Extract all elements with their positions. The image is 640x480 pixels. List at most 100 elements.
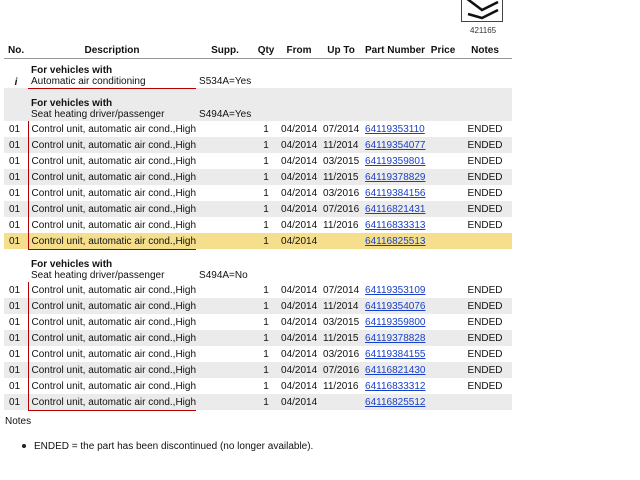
part-number-link[interactable]: 64119354076 bbox=[365, 301, 425, 312]
row-price bbox=[428, 378, 459, 394]
row-part-number[interactable]: 64119378829 bbox=[362, 169, 429, 185]
part-number-link[interactable]: 64116825513 bbox=[365, 236, 425, 247]
part-number-link[interactable]: 64119354077 bbox=[365, 140, 425, 151]
empty-cell bbox=[428, 58, 459, 88]
col-notes: Notes bbox=[458, 42, 513, 59]
diagram-thumbnail[interactable] bbox=[461, 0, 503, 22]
part-number-link[interactable]: 64119353109 bbox=[365, 285, 425, 296]
table-row[interactable]: 01 Control unit, automatic air cond.,High… bbox=[4, 330, 513, 346]
row-notes: ENDED bbox=[458, 121, 513, 137]
group-title: For vehicles with bbox=[31, 98, 113, 109]
row-price bbox=[428, 185, 459, 201]
row-part-number[interactable]: 64119353110 bbox=[362, 121, 429, 137]
table-row[interactable]: 01 Control unit, automatic air cond.,High… bbox=[4, 394, 513, 410]
row-qty: 1 bbox=[254, 362, 279, 378]
row-no: 01 bbox=[4, 314, 28, 330]
table-row[interactable]: 01 Control unit, automatic air cond.,High… bbox=[4, 362, 513, 378]
table-row[interactable]: 01 Control unit, automatic air cond.,High… bbox=[4, 201, 513, 217]
row-part-number[interactable]: 64116833313 bbox=[362, 217, 429, 233]
part-number-link[interactable]: 64119359801 bbox=[365, 156, 425, 167]
row-supp bbox=[196, 298, 255, 314]
row-no: 01 bbox=[4, 346, 28, 362]
row-price bbox=[428, 233, 459, 249]
row-part-number[interactable]: 64119384155 bbox=[362, 346, 429, 362]
row-price bbox=[428, 298, 459, 314]
table-row[interactable]: 01 Control unit, automatic air cond.,High… bbox=[4, 185, 513, 201]
row-from: 04/2014 bbox=[278, 330, 321, 346]
row-qty: 1 bbox=[254, 394, 279, 410]
row-qty: 1 bbox=[254, 378, 279, 394]
part-number-link[interactable]: 64116821430 bbox=[365, 365, 425, 376]
part-number-link[interactable]: 64116833313 bbox=[365, 220, 425, 231]
part-number-link[interactable]: 64119378829 bbox=[365, 172, 425, 183]
col-price: Price bbox=[428, 42, 459, 59]
row-part-number[interactable]: 64119354077 bbox=[362, 137, 429, 153]
row-description: Control unit, automatic air cond.,High bbox=[27, 362, 197, 378]
table-row[interactable]: 01 Control unit, automatic air cond.,High… bbox=[4, 282, 513, 298]
row-no: 01 bbox=[4, 217, 28, 233]
row-description: Control unit, automatic air cond.,High bbox=[27, 394, 197, 410]
table-row[interactable]: 01 Control unit, automatic air cond.,High… bbox=[4, 298, 513, 314]
row-part-number[interactable]: 64119384156 bbox=[362, 185, 429, 201]
table-row[interactable]: 01 Control unit, automatic air cond.,High… bbox=[4, 137, 513, 153]
row-notes: ENDED bbox=[458, 298, 513, 314]
row-supp bbox=[196, 346, 255, 362]
row-supp bbox=[196, 201, 255, 217]
table-row[interactable]: 01 Control unit, automatic air cond.,High… bbox=[4, 378, 513, 394]
row-qty: 1 bbox=[254, 153, 279, 169]
row-notes bbox=[458, 394, 513, 410]
notes-list: ENDED = the part has been discontinued (… bbox=[22, 441, 313, 452]
table-row[interactable]: 01 Control unit, automatic air cond.,High… bbox=[4, 346, 513, 362]
row-part-number[interactable]: 64116825512 bbox=[362, 394, 429, 410]
part-number-link[interactable]: 64119384155 bbox=[365, 349, 425, 360]
row-part-number[interactable]: 64119354076 bbox=[362, 298, 429, 314]
part-number-link[interactable]: 64116825512 bbox=[365, 397, 425, 408]
row-supp bbox=[196, 282, 255, 298]
row-notes: ENDED bbox=[458, 217, 513, 233]
row-part-number[interactable]: 64119353109 bbox=[362, 282, 429, 298]
table-row[interactable]: 01 Control unit, automatic air cond.,High… bbox=[4, 314, 513, 330]
group-subtitle: Seat heating driver/passenger bbox=[31, 270, 165, 281]
row-no: 01 bbox=[4, 362, 28, 378]
row-upto: 07/2014 bbox=[320, 121, 363, 137]
empty-cell bbox=[278, 88, 321, 121]
part-number-link[interactable]: 64116833312 bbox=[365, 381, 425, 392]
table-row[interactable]: 01 Control unit, automatic air cond.,High… bbox=[4, 121, 513, 137]
table-row[interactable]: 01 Control unit, automatic air cond.,High… bbox=[4, 153, 513, 169]
row-upto: 07/2016 bbox=[320, 201, 363, 217]
empty-cell bbox=[458, 58, 513, 88]
row-supp bbox=[196, 137, 255, 153]
table-row[interactable]: 01 Control unit, automatic air cond.,High… bbox=[4, 169, 513, 185]
empty-cell bbox=[254, 249, 279, 282]
table-row[interactable]: 01 Control unit, automatic air cond.,High… bbox=[4, 217, 513, 233]
part-number-link[interactable]: 64116821431 bbox=[365, 204, 425, 215]
group-description: For vehicles with Seat heating driver/pas… bbox=[28, 88, 197, 121]
row-notes: ENDED bbox=[458, 185, 513, 201]
row-part-number[interactable]: 64116821430 bbox=[362, 362, 429, 378]
row-part-number[interactable]: 64119378828 bbox=[362, 330, 429, 346]
row-from: 04/2014 bbox=[278, 362, 321, 378]
row-no: 01 bbox=[4, 153, 28, 169]
empty-cell bbox=[320, 249, 363, 282]
row-no: 01 bbox=[4, 394, 28, 410]
table-header-row: No. Description Supp. Qty From Up To Par… bbox=[4, 42, 513, 59]
part-number-link[interactable]: 64119384156 bbox=[365, 188, 425, 199]
row-part-number[interactable]: 64119359801 bbox=[362, 153, 429, 169]
part-number-link[interactable]: 64119378828 bbox=[365, 333, 425, 344]
row-part-number[interactable]: 64116825513 bbox=[362, 233, 429, 249]
row-notes: ENDED bbox=[458, 314, 513, 330]
row-notes: ENDED bbox=[458, 362, 513, 378]
group-header-row: i For vehicles with Automatic air conditio… bbox=[4, 58, 513, 88]
row-description: Control unit, automatic air cond.,High bbox=[27, 153, 197, 169]
row-part-number[interactable]: 64116833312 bbox=[362, 378, 429, 394]
empty-cell bbox=[428, 249, 459, 282]
row-part-number[interactable]: 64116821431 bbox=[362, 201, 429, 217]
parts-table: No. Description Supp. Qty From Up To Par… bbox=[4, 42, 513, 410]
table-row[interactable]: 01 Control unit, automatic air cond.,High… bbox=[4, 233, 513, 249]
part-number-link[interactable]: 64119353110 bbox=[365, 124, 425, 135]
part-number-link[interactable]: 64119359800 bbox=[365, 317, 425, 328]
row-part-number[interactable]: 64119359800 bbox=[362, 314, 429, 330]
row-from: 04/2014 bbox=[278, 201, 321, 217]
group-header-row: For vehicles with Seat heating driver/pas… bbox=[4, 249, 513, 282]
bullet-icon bbox=[22, 444, 26, 449]
